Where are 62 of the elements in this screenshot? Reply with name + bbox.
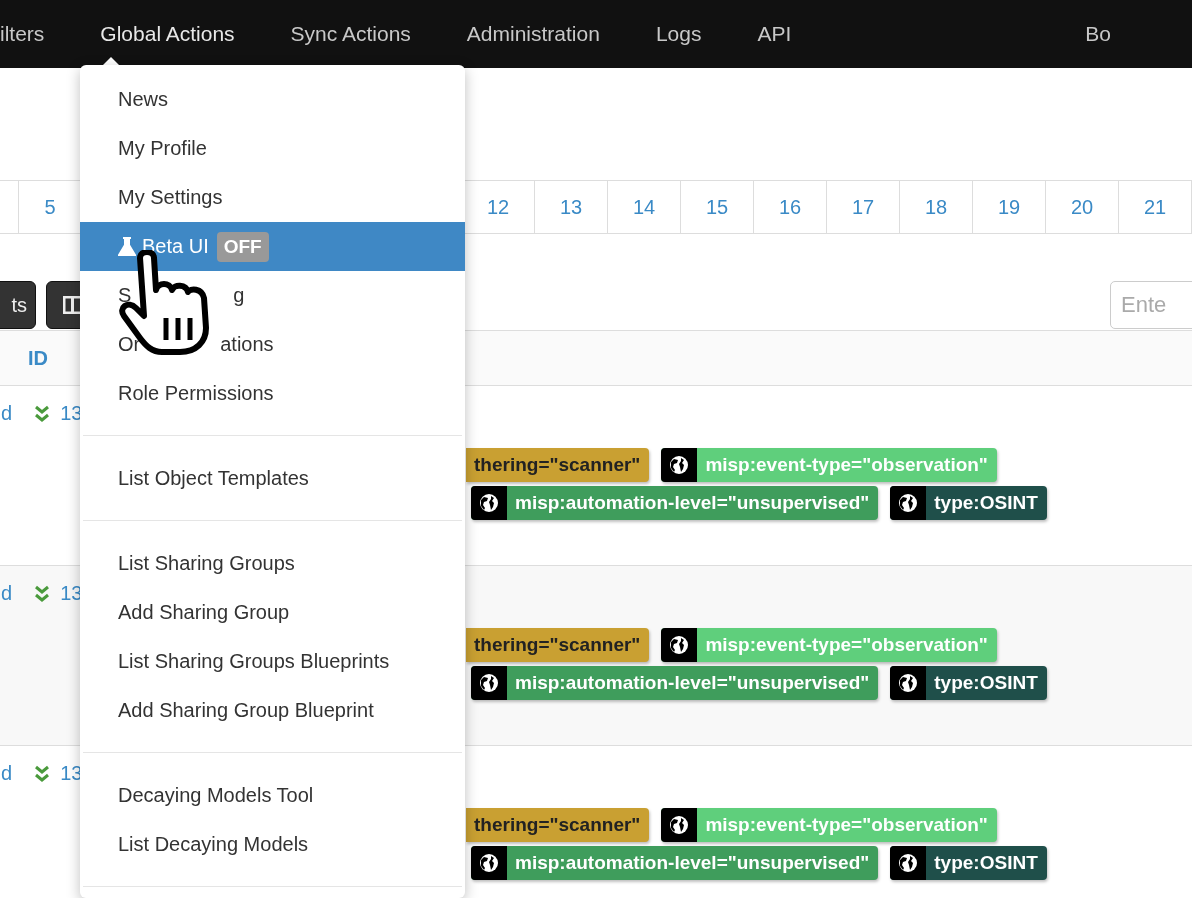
globe-icon: [479, 853, 499, 873]
nav-link[interactable]: Administration: [438, 22, 628, 46]
page-link[interactable]: 20: [1045, 181, 1118, 233]
panel-icon: [63, 296, 83, 314]
globe-icon: [898, 853, 919, 873]
globe-icon: [669, 815, 690, 835]
nav-link[interactable]: Bo: [1085, 22, 1111, 46]
nav-link[interactable]: ilters: [0, 22, 73, 46]
menu-item[interactable]: Add Sharing Group Blueprint: [80, 686, 465, 735]
menu-item-label: ations: [220, 333, 274, 356]
page-link[interactable]: 18: [899, 181, 972, 233]
menu-item[interactable]: Role Permissions: [80, 369, 465, 418]
nav-link[interactable]: API: [729, 22, 820, 46]
chevron-down-icon: [34, 765, 51, 783]
chevron-down-icon: [34, 585, 51, 603]
search-field[interactable]: Ente: [1110, 281, 1192, 329]
tag[interactable]: type:OSINT: [890, 486, 1047, 520]
menu-item-label: Or: [118, 333, 141, 356]
tag[interactable]: misp:automation-level="unsupervised": [471, 486, 879, 520]
row-link[interactable]: d: [1, 762, 13, 785]
tag[interactable]: thering="scanner": [466, 808, 650, 842]
globe-icon: [479, 493, 499, 513]
tag[interactable]: misp:automation-level="unsupervised": [471, 846, 879, 880]
page-link[interactable]: 14: [607, 181, 680, 233]
globe-icon: [898, 673, 919, 693]
flask-icon: [118, 236, 136, 257]
nav-link[interactable]: Global Actions: [72, 22, 263, 46]
page-link[interactable]: 21: [1118, 181, 1191, 233]
row-link[interactable]: d: [1, 402, 13, 425]
menu-item[interactable]: List Sharing Groups Blueprints: [80, 637, 465, 686]
menu-item[interactable]: List Sharing Groups: [80, 539, 465, 588]
globe-icon: [898, 493, 919, 513]
nav-link[interactable]: Logs: [627, 22, 730, 46]
page-link[interactable]: 19: [972, 181, 1045, 233]
menu-item[interactable]: S g: [80, 271, 465, 320]
nav-link[interactable]: Sync Actions: [262, 22, 439, 46]
globe-icon: [479, 673, 499, 693]
page-link[interactable]: 13: [534, 181, 607, 233]
menu-item[interactable]: Decaying Models Tool: [80, 771, 465, 820]
menu-item[interactable]: Or ations: [80, 320, 465, 369]
column-header[interactable]: ID: [28, 346, 48, 370]
menu-item[interactable]: Add Sharing Group: [80, 588, 465, 637]
menu-item-label: S: [118, 284, 132, 307]
menu-item[interactable]: News: [80, 75, 465, 124]
tag[interactable]: type:OSINT: [890, 846, 1047, 880]
status-badge: OFF: [216, 231, 269, 262]
tag[interactable]: misp:automation-level="unsupervised": [471, 666, 879, 700]
menu-item[interactable]: My Profile: [80, 124, 465, 173]
menu-item-label: g: [233, 284, 245, 307]
page-link[interactable]: 15: [680, 181, 753, 233]
tag[interactable]: thering="scanner": [466, 448, 650, 482]
page-link[interactable]: 17: [826, 181, 899, 233]
row-link[interactable]: d: [1, 582, 13, 605]
menu-item[interactable]: List Object Templates: [80, 454, 465, 503]
globe-icon: [669, 635, 690, 655]
globe-icon: [669, 455, 690, 475]
menu-item[interactable]: List Decaying Models: [80, 820, 465, 869]
chevron-down-icon: [34, 405, 51, 423]
page-link[interactable]: 16: [753, 181, 826, 233]
tag[interactable]: type:OSINT: [890, 666, 1047, 700]
tag[interactable]: thering="scanner": [466, 628, 650, 662]
toolbar-button[interactable]: ts: [0, 281, 36, 329]
